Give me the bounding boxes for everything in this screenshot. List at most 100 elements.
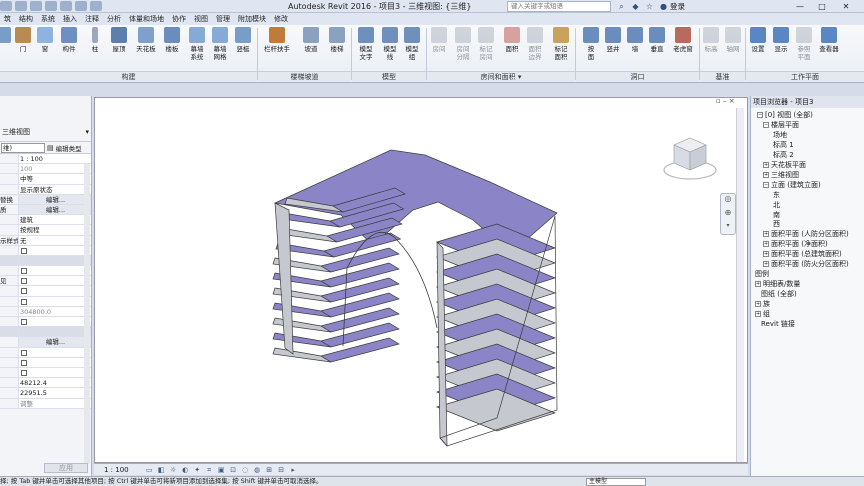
type-selector[interactable]: 三维视图 ▾ [0,122,91,142]
checkbox[interactable] [21,288,27,295]
model-text-button[interactable]: 模型 文字 [353,27,379,71]
mullion-button[interactable]: 竖梃 [230,27,256,71]
project-browser-scrollbar[interactable] [736,108,744,462]
browser-node[interactable]: 南 [773,210,780,220]
expand-icon[interactable]: + [763,161,769,168]
print-icon[interactable] [60,1,72,11]
property-value[interactable]: 按规程 [18,225,91,235]
area-boundary-button[interactable]: 面积 边界 [522,27,548,71]
browser-node[interactable]: + 明细表/数量 [755,279,800,289]
left-leg-slab[interactable] [272,347,332,363]
browser-node[interactable]: 图纸 (全部) [761,289,797,299]
tab-massing-site[interactable]: 体量和场地 [125,13,168,25]
save-icon[interactable] [15,1,27,11]
user-icon[interactable]: ● [658,1,669,12]
browser-node[interactable]: + 三维视图 [763,170,799,180]
model-group-button[interactable]: 模型 组 [399,27,425,71]
apply-button[interactable]: 应用 [44,463,88,473]
minimize-view-icon[interactable]: – [723,97,727,105]
property-checkbox-cell[interactable] [18,367,91,378]
expand-icon[interactable]: + [755,281,761,288]
viewer-button[interactable]: 查看器 [814,27,844,71]
render-icon[interactable]: ✦ [193,466,202,474]
tab-modify[interactable]: 修改 [270,13,292,25]
tag-area-button[interactable]: 标记 面积 [548,27,574,71]
tag-room-button[interactable]: 标记 房间 [473,27,499,71]
expand-icon[interactable]: + [763,171,769,178]
subscription-icon[interactable]: ◆ [630,1,641,12]
sun-path-icon[interactable]: ☼ [169,466,178,474]
left-leg-slab[interactable] [272,317,332,333]
shadows-icon[interactable]: ◐ [181,466,190,474]
property-checkbox-cell[interactable] [18,276,91,286]
expand-icon[interactable]: + [763,251,769,258]
property-checkbox-cell[interactable] [18,266,91,276]
steering-wheel-icon[interactable]: ◎ [721,194,735,208]
property-value[interactable]: 中等 [18,174,91,184]
property-value[interactable]: 显示原状态 [18,184,91,194]
instance-filter-dropdown[interactable]: 维) [1,142,45,153]
search-input[interactable]: 键入关键字或短语 [507,1,611,12]
browser-node[interactable]: + 面积平面 (人防分区面积) [763,229,849,239]
property-checkbox-cell[interactable] [18,317,91,327]
close-view-icon[interactable]: × [729,97,735,105]
property-checkbox-cell[interactable] [18,296,91,306]
tab-addins[interactable]: 附加模块 [234,13,270,25]
edit-type-button[interactable]: 编辑类型 [56,143,82,153]
analytical-model-icon[interactable]: ⊟ [277,466,286,474]
properties-group-header[interactable] [0,255,91,267]
highlight-icon[interactable]: ▸ [289,466,298,474]
left-leg-slab[interactable] [281,212,341,228]
arch-model[interactable] [95,98,747,462]
dormer-button[interactable]: 老虎窗 [668,27,698,71]
detail-level-icon[interactable]: ▭ [145,466,154,474]
expand-icon[interactable]: + [763,261,769,268]
reveal-hidden-icon[interactable]: ◍ [253,466,262,474]
login-button[interactable]: 登录 [670,1,685,12]
property-checkbox-cell[interactable] [18,347,91,357]
temp-hide-icon[interactable]: ◌ [241,466,250,474]
roof-button[interactable]: 屋顶 [106,27,132,71]
browser-node[interactable]: 场地 [773,130,787,140]
group-label-room-area[interactable]: 房间和面积 ▾ [427,71,575,82]
tab-collaborate[interactable]: 协作 [168,13,190,25]
checkbox[interactable] [21,349,27,356]
tab-annotate[interactable]: 注释 [81,13,103,25]
checkbox[interactable] [21,359,27,366]
redo-icon[interactable] [45,1,57,11]
zoom-icon[interactable]: ⊕ [721,208,735,222]
room-button[interactable]: 房间 [426,27,452,71]
tab-analyze[interactable]: 分析 [103,13,125,25]
restore-view-icon[interactable]: ▫ [716,97,721,105]
tab-insert[interactable]: 插入 [59,13,81,25]
properties-group-header[interactable] [0,327,91,338]
3d-view-icon[interactable] [90,1,102,11]
browser-node[interactable]: Revit 链接 [761,319,795,329]
tab-systems[interactable]: 系统 [37,13,59,25]
minimize-button[interactable]: — [790,0,810,13]
railing-button[interactable]: 栏杆扶手 [262,27,292,71]
component-button[interactable]: 构件 [56,27,82,71]
collapse-icon[interactable]: − [763,121,769,128]
checkbox[interactable] [21,278,27,285]
measure-icon[interactable] [75,1,87,11]
expand-icon[interactable]: + [755,311,761,317]
browser-node[interactable]: 西 [773,219,780,229]
checkbox[interactable] [21,319,27,325]
collapse-icon[interactable]: − [757,112,763,118]
column-button[interactable]: 柱 [82,27,108,71]
browser-node[interactable]: 标高 2 [773,150,794,160]
viewcube[interactable] [660,132,720,182]
property-value[interactable]: 1 : 100 [18,154,91,164]
checkbox[interactable] [21,298,27,305]
tab-view[interactable]: 视图 [190,13,212,25]
property-value[interactable]: 无 [18,235,91,245]
close-button[interactable]: ✕ [836,0,856,13]
properties-scrollbar[interactable] [84,164,90,464]
collapse-icon[interactable]: − [763,181,769,188]
ramp-button[interactable]: 坡道 [298,27,324,71]
browser-node[interactable]: − 立面 (建筑立面) [763,180,821,190]
expand-icon[interactable]: + [763,231,769,238]
ceiling-button[interactable]: 天花板 [133,27,159,71]
tab-manage[interactable]: 管理 [212,13,234,25]
